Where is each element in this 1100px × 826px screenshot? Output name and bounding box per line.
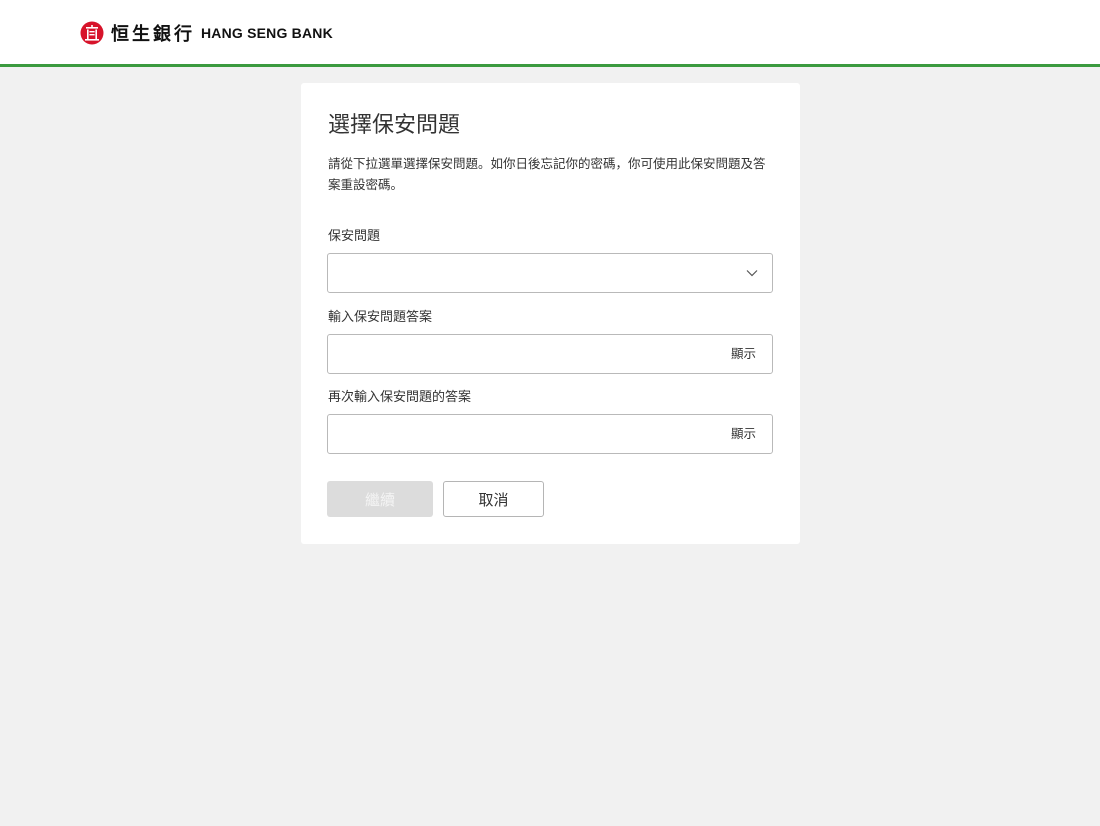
confirm-answer-input[interactable] (328, 415, 732, 453)
brand-name-english: HANG SENG BANK (201, 25, 333, 41)
answer-label: 輸入保安問題答案 (328, 310, 433, 325)
security-question-value (328, 254, 728, 292)
answer-show-toggle[interactable]: 顯示 (731, 345, 756, 363)
answer-field-wrapper: 顯示 (327, 334, 773, 374)
answer-input[interactable] (328, 335, 732, 373)
confirm-answer-field-wrapper: 顯示 (327, 414, 773, 454)
brand-name-chinese: 恒生銀行 (111, 24, 195, 45)
continue-button[interactable]: 繼續 (327, 481, 433, 517)
security-question-select[interactable] (327, 253, 773, 293)
page-description: 請從下拉選單選擇保安問題。如你日後忘記你的密碼，你可使用此保安問題及答案重設密碼… (328, 156, 766, 192)
cancel-button[interactable]: 取消 (443, 481, 544, 517)
hang-seng-emblem-icon (80, 21, 104, 45)
page-title: 選擇保安問題 (328, 113, 461, 138)
chevron-down-icon (746, 270, 758, 277)
security-question-label: 保安問題 (328, 229, 381, 244)
confirm-answer-label: 再次輸入保安問題的答案 (328, 390, 472, 405)
confirm-answer-show-toggle[interactable]: 顯示 (731, 425, 756, 443)
site-header: 恒生銀行 HANG SENG BANK (0, 0, 1100, 67)
hang-seng-logo[interactable]: 恒生銀行 HANG SENG BANK (80, 20, 333, 46)
security-question-card: 選擇保安問題 請從下拉選單選擇保安問題。如你日後忘記你的密碼，你可使用此保安問題… (301, 83, 800, 544)
